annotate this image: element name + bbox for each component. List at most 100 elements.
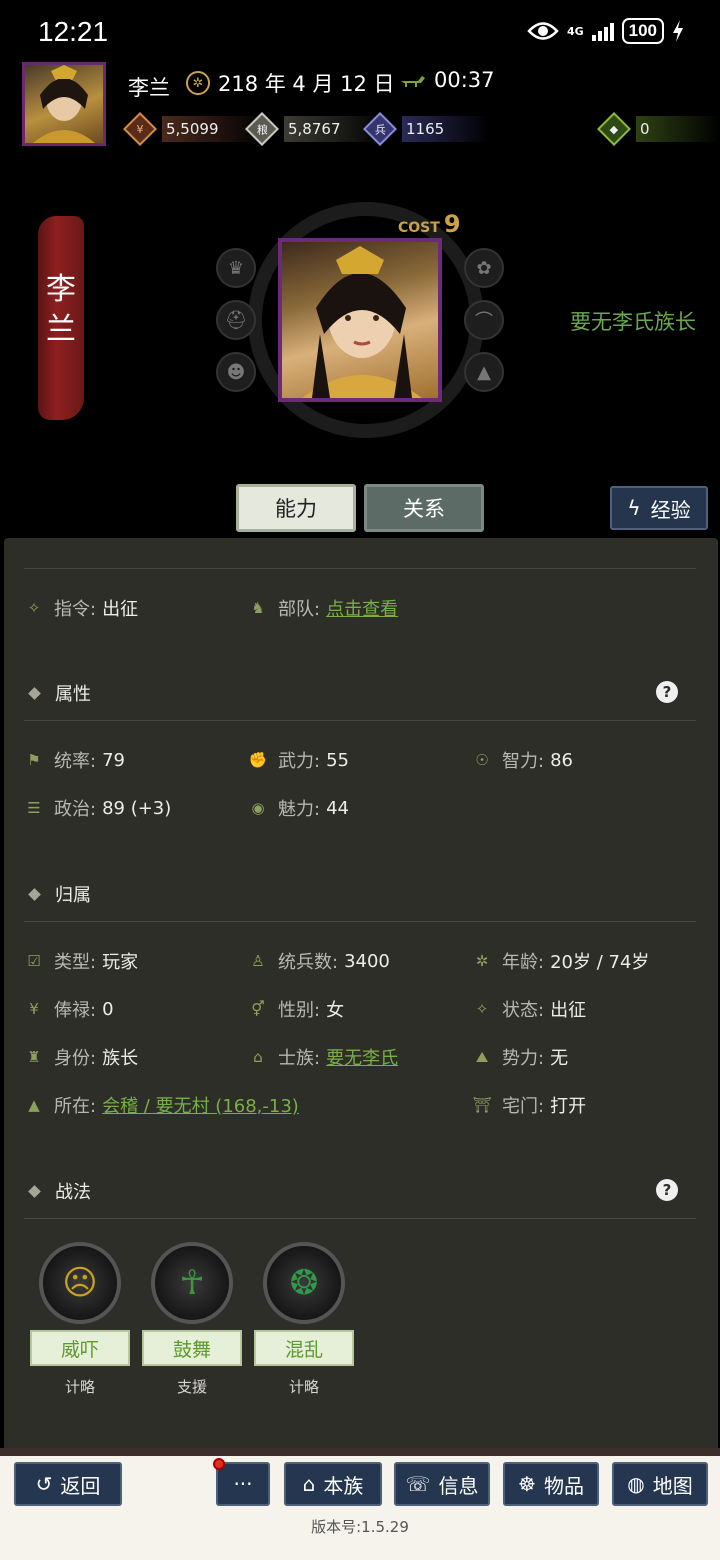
tactic-confuse[interactable]: ❂ 混乱 计略 (254, 1242, 354, 1397)
field-location: ▲ 所在: 会稽 / 要无村 (168,-13) (24, 1092, 299, 1118)
more-label: ··· (233, 1472, 253, 1496)
banner-name: 李兰 (46, 272, 76, 347)
intimidate-icon: ☹ (39, 1242, 121, 1324)
field-gender: ⚥ 性别: 女 (248, 996, 344, 1022)
brain-icon: ☉ (475, 751, 489, 769)
field-troop-count: ♙ 统兵数: 3400 (248, 948, 390, 974)
field-residence: ⛩ 宅门: 打开 (472, 1096, 587, 1117)
attr-intelligence: ☉ 智力: 86 (472, 747, 573, 773)
unit-field: ♞ 部队: 点击查看 (248, 595, 398, 621)
character-portrait[interactable] (278, 238, 442, 402)
status-icons: 4G 100 (527, 18, 684, 44)
tactics-help-icon[interactable]: ? (656, 1179, 678, 1201)
tactic-name: 威吓 (30, 1330, 130, 1366)
globe-icon: ◍ (627, 1472, 645, 1496)
bag-icon: ☸ (518, 1472, 536, 1496)
troops-icon: 兵 (363, 112, 397, 146)
tactic-type: 计略 (288, 1378, 319, 1396)
battery-indicator: 100 (621, 18, 664, 44)
attr-strength: ✊ 武力: 55 (248, 749, 349, 773)
game-clock-text: 00:37 (434, 68, 495, 92)
cost-value: 9 (443, 210, 461, 238)
game-date: ✲ 218 年 4 月 12 日 (186, 68, 395, 98)
gender-icon: ⚥ (251, 1000, 265, 1018)
tab-relation[interactable]: 关系 (364, 484, 484, 532)
tactic-intimidate[interactable]: ☹ 威吓 计略 (30, 1242, 130, 1397)
flag-icon: ⚑ (27, 751, 41, 769)
cost-label: COST (398, 220, 440, 236)
bottom-bar-edge (0, 1448, 720, 1456)
divider (24, 921, 696, 922)
field-status: ✧ 状态: 出征 (472, 996, 586, 1022)
fist-icon: ✊ (248, 751, 268, 769)
status-time: 12:21 (38, 16, 109, 47)
chat-icon: ☏ (405, 1472, 431, 1496)
identity-icon: ♜ (27, 1048, 41, 1066)
map-button[interactable]: ◍ 地图 (612, 1462, 708, 1506)
player-name: 李兰 (128, 76, 170, 100)
soldier-icon: ♙ (251, 952, 265, 970)
resource-jade[interactable]: ◆ 0 (596, 112, 720, 146)
farming-icon[interactable]: ✿ (464, 248, 504, 288)
clan-button[interactable]: ⌂ 本族 (284, 1462, 382, 1506)
exp-button-label: 经验 (650, 497, 691, 522)
field-salary: ¥ 俸禄: 0 (24, 996, 113, 1022)
field-age: ✲ 年龄: 20岁 / 74岁 (472, 948, 650, 974)
exp-button[interactable]: ϟ 经验 (610, 486, 708, 530)
field-clan: ⌂ 士族: 要无李氏 (248, 1044, 398, 1070)
more-button[interactable]: ··· (216, 1462, 270, 1506)
game-date-text: 218 年 4 月 12 日 (218, 72, 395, 96)
attributes-help-icon[interactable]: ? (656, 681, 678, 703)
order-icon: ✧ (27, 599, 41, 617)
age-icon: ✲ (475, 952, 489, 970)
game-clock: 00:37 (400, 68, 495, 92)
tactic-inspire[interactable]: ☥ 鼓舞 支援 (142, 1242, 242, 1397)
clan-link[interactable]: 要无李氏 (326, 1044, 398, 1070)
grain-icon: 粮 (245, 112, 279, 146)
info-button[interactable]: ☏ 信息 (394, 1462, 490, 1506)
calendar-check-icon: ☑ (27, 952, 41, 970)
divider (24, 568, 696, 569)
status-bar: 12:21 4G 100 (0, 0, 720, 62)
tactic-name: 混乱 (254, 1330, 354, 1366)
resource-jade-value: 0 (640, 120, 650, 138)
section-tactics: 战法 (28, 1178, 91, 1204)
location-icon: ▲ (28, 1096, 40, 1114)
mask-icon[interactable]: ☻ (216, 352, 256, 392)
eye-icon (527, 22, 559, 40)
field-faction: ⛰ 势力: 无 (472, 1044, 568, 1070)
inspire-icon: ☥ (151, 1242, 233, 1324)
calendar-icon: ✲ (186, 71, 210, 95)
portrait-thumbnail (33, 65, 95, 143)
clan-icon: ⌂ (302, 1472, 316, 1496)
cost-indicator: COST 9 (398, 210, 461, 238)
info-label: 信息 (438, 1473, 479, 1498)
back-icon: ↺ (35, 1472, 53, 1496)
crown-icon[interactable]: ♛ (216, 248, 256, 288)
attr-politics: ☰ 政治: 89 (+3) (24, 795, 171, 821)
signal-icon (591, 21, 614, 41)
hat-icon[interactable]: ⌒ (464, 300, 504, 340)
view-unit-link[interactable]: 点击查看 (326, 595, 398, 621)
command-field: ✧ 指令: 出征 (24, 595, 138, 621)
unit-icon: ♞ (251, 599, 265, 617)
field-type: ☑ 类型: 玩家 (24, 948, 138, 974)
divider (24, 1218, 696, 1219)
items-button[interactable]: ☸ 物品 (503, 1462, 599, 1506)
helmet-icon[interactable]: ⛑ (216, 300, 256, 340)
resource-grain-value: 5,8767 (288, 120, 341, 138)
portrait-image (302, 246, 422, 398)
tactic-type: 支援 (176, 1378, 207, 1396)
resource-troops[interactable]: 兵 1165 (362, 112, 491, 146)
tactic-type: 计略 (64, 1378, 95, 1396)
location-link[interactable]: 会稽 / 要无村 (168,-13) (102, 1092, 299, 1118)
section-attributes: 属性 (28, 680, 91, 706)
tab-ability[interactable]: 能力 (236, 484, 356, 532)
back-button[interactable]: ↺ 返回 (14, 1462, 122, 1506)
yen-icon: ¥ (29, 1000, 39, 1018)
player-avatar[interactable] (22, 62, 106, 146)
status-icon: ✧ (475, 1000, 489, 1018)
scholar-cap-icon[interactable]: ▲ (464, 352, 504, 392)
divider (24, 720, 696, 721)
clan-title: 要无李氏族长 (570, 310, 696, 334)
